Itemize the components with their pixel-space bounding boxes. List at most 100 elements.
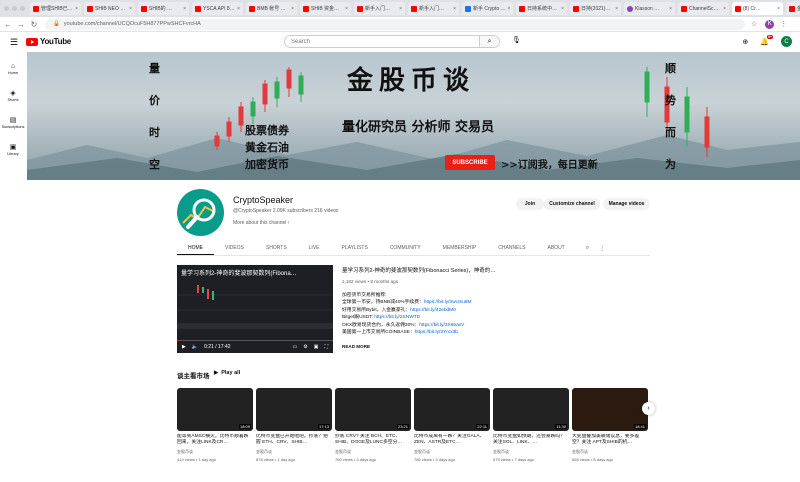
window-controls[interactable] <box>4 6 25 11</box>
settings-icon[interactable]: ⚙ <box>303 344 307 350</box>
tab-close-icon[interactable]: × <box>777 6 780 12</box>
featured-title[interactable]: 量学习系列2-神奇的斐波那契数列(Fibonacci Series)，神奇的… <box>342 266 496 274</box>
more-icon[interactable]: ⋮ <box>780 20 787 28</box>
sidebar-item-home[interactable]: ⌂ Home <box>0 55 26 82</box>
captions-icon[interactable]: ▭ <box>293 344 298 350</box>
featured-video-player[interactable]: 量学习系列2-神奇的斐波那契数列(Fibona… ▶ 🔈 0:21 / 17:4… <box>177 265 333 353</box>
tab-close-icon[interactable]: × <box>129 6 132 12</box>
desc-link[interactable]: https://bit.ly/3X65axV <box>419 323 464 328</box>
video-title[interactable]: 大变盘叠加美联储议息，要多差空？关注 APT及SHIB的机… <box>572 434 648 446</box>
play-icon[interactable]: ▶ <box>182 344 186 350</box>
shelf-next-button[interactable]: › <box>642 402 655 415</box>
channel-avatar[interactable] <box>177 189 224 236</box>
browser-tab[interactable]: 新手入门… × <box>354 2 405 15</box>
video-channel[interactable]: 金股币谈 <box>256 449 332 455</box>
browser-tab[interactable]: SHIB 资金… × <box>300 2 351 15</box>
fullscreen-icon[interactable]: ⛶ <box>324 344 328 350</box>
browser-tab[interactable]: 新手 Crypto … × <box>462 2 513 15</box>
video-channel[interactable]: 金股币谈 <box>572 449 648 455</box>
shelf-title[interactable]: 谈主看市场 <box>177 370 210 380</box>
search-button[interactable]: ⌕ <box>479 36 499 47</box>
reload-icon[interactable]: ↻ <box>29 20 39 29</box>
sidebar-item-shorts[interactable]: ◈ Shorts <box>0 82 26 109</box>
address-bar[interactable]: 🔒 youtube.com/channel/UCQOcuF5H877PPwSHC… <box>45 18 745 30</box>
tab-live[interactable]: LIVE <box>298 241 331 255</box>
browser-tab[interactable]: 新手入门… × <box>408 2 459 15</box>
create-icon[interactable]: ⊕ <box>742 38 748 46</box>
tab-close-icon[interactable]: × <box>345 6 348 12</box>
tab-close-icon[interactable]: × <box>453 6 456 12</box>
browser-tab[interactable]: 日持系统中… × <box>516 2 567 15</box>
video-title[interactable]: 比特币变盘已开始啦吧。抄底？把握 ETH、CRV、SHIB… <box>256 434 332 446</box>
desc-link[interactable]: https://bit.ly/42ebdM0 <box>410 308 456 313</box>
video-card[interactable]: 18:09 能等到AMSC横火。比特币顺着跌回来，关注LINK及CR… 金股币谈… <box>177 388 253 462</box>
desc-link[interactable]: https://bit.ly/3Yrcx3b <box>415 330 458 335</box>
video-card[interactable]: 17:13 比特币变盘已开始啦吧。抄底？把握 ETH、CRV、SHIB… 金股币… <box>256 388 332 462</box>
tab-community[interactable]: COMMUNITY <box>379 241 432 255</box>
tab-membership[interactable]: MEMBERSHIP <box>432 241 488 255</box>
menu-icon[interactable]: ☰ <box>10 37 18 48</box>
browser-tab[interactable]: SHIB NEO … × <box>84 2 135 15</box>
more-about-link[interactable]: More about this channel › <box>233 220 289 226</box>
desc-link[interactable]: https://bit.ly/3wUSu8M <box>424 300 472 305</box>
video-title[interactable]: 比特币成离有一跌？关注GALA、ZEN、ASTR及ETC… <box>414 434 490 446</box>
tab-close-icon[interactable]: × <box>508 6 511 12</box>
browser-profile-avatar[interactable]: K <box>765 19 775 29</box>
browser-tab[interactable]: YSCA API 8… × <box>192 2 243 15</box>
video-channel[interactable]: 金股币谈 <box>177 449 253 455</box>
notifications-icon[interactable]: 🔔 9+ <box>760 34 773 46</box>
video-thumbnail[interactable]: 22:11 <box>414 388 490 431</box>
tab-close-icon[interactable]: × <box>291 6 294 12</box>
search-input[interactable] <box>285 38 479 45</box>
tab-close-icon[interactable]: × <box>183 6 186 12</box>
mic-icon[interactable]: 🎙 <box>512 36 521 44</box>
tab-close-icon[interactable]: × <box>615 6 618 12</box>
customize-channel-button[interactable]: Customize channel <box>544 198 600 210</box>
browser-tab[interactable]: 管理SHIB已… × <box>30 2 81 15</box>
browser-tab[interactable]: Klasson … × <box>624 2 675 15</box>
video-thumbnail[interactable]: 17:13 <box>256 388 332 431</box>
video-title[interactable]: 比特币变盘如预期，还会暴跌吗？关注SOL、LINK、… <box>493 434 569 446</box>
video-title[interactable]: 能等到AMSC横火。比特币顺着跌回来，关注LINK及CR… <box>177 434 253 446</box>
video-card[interactable]: 18:41 大变盘叠加美联储议息，要多差空？关注 APT及SHIB的机… 金股币… <box>572 388 648 462</box>
tab-channels[interactable]: CHANNELS <box>487 241 536 255</box>
play-all-button[interactable]: ▶ Play all <box>214 370 240 376</box>
join-button[interactable]: Join <box>516 198 544 210</box>
forward-icon[interactable]: → <box>16 20 26 29</box>
sidebar-item-library[interactable]: ▣ Library <box>0 136 26 163</box>
tab-close-icon[interactable]: × <box>723 6 726 12</box>
sidebar-item-subscriptions[interactable]: ▤ Subscriptions <box>0 109 26 136</box>
manage-videos-button[interactable]: Manage videos <box>603 198 650 210</box>
tab-close-icon[interactable]: × <box>561 6 564 12</box>
tab-close-icon[interactable]: × <box>669 6 672 12</box>
bookmark-icon[interactable]: ☆ <box>751 20 757 28</box>
video-channel[interactable]: 金股币谈 <box>493 449 569 455</box>
video-title[interactable]: 抄底 CRV? 关注 BCH、ETC、SHIB、DOGE及LUNC多空分… <box>335 434 411 446</box>
tab-about[interactable]: ABOUT <box>537 241 576 255</box>
video-thumbnail[interactable]: 11:30 <box>493 388 569 431</box>
video-thumbnail[interactable]: 23:21 <box>335 388 411 431</box>
video-thumbnail[interactable]: 18:09 <box>177 388 253 431</box>
desc-link[interactable]: https://bit.ly/2SNWTD <box>374 315 420 320</box>
browser-tab[interactable]: (8) Cr… × <box>732 2 783 15</box>
video-card[interactable]: 22:11 比特币成离有一跌？关注GALA、ZEN、ASTR及ETC… 金股币谈… <box>414 388 490 462</box>
user-avatar[interactable]: C <box>781 36 792 47</box>
miniplayer-icon[interactable]: ▣ <box>314 344 319 350</box>
video-card[interactable]: 23:21 抄底 CRV? 关注 BCH、ETC、SHIB、DOGE及LUNC多… <box>335 388 411 462</box>
browser-tab[interactable]: ChannelSc… × <box>678 2 729 15</box>
channel-search-icon[interactable]: ⌕ <box>586 245 589 252</box>
tab-playlists[interactable]: PLAYLISTS <box>331 241 379 255</box>
video-channel[interactable]: 金股币谈 <box>335 449 411 455</box>
tab-videos[interactable]: VIDEOS <box>214 241 255 255</box>
browser-tab[interactable]: SHIB的 … × <box>138 2 189 15</box>
tab-shorts[interactable]: SHORTS <box>255 241 298 255</box>
tab-close-icon[interactable]: × <box>399 6 402 12</box>
video-thumbnail[interactable]: 18:41 <box>572 388 648 431</box>
video-card[interactable]: 11:30 比特币变盘如预期，还会暴跌吗？关注SOL、LINK、… 金股币谈 5… <box>493 388 569 462</box>
read-more-link[interactable]: READ MORE <box>342 344 370 349</box>
tab-close-icon[interactable]: × <box>237 6 240 12</box>
tab-list-chevron-icon[interactable]: ⌄ <box>788 4 794 12</box>
tabs-more-icon[interactable]: ⋮ <box>599 245 605 252</box>
tab-close-icon[interactable]: × <box>75 6 78 12</box>
youtube-logo[interactable]: YouTube <box>26 37 71 46</box>
